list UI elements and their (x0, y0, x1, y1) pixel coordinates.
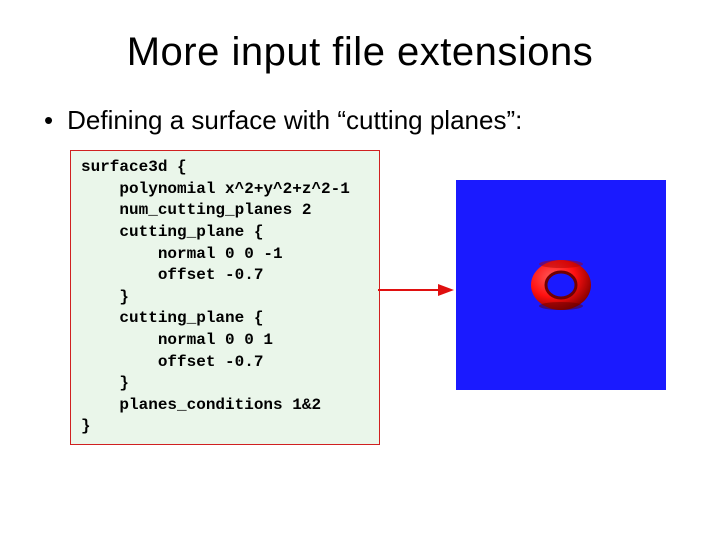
bullet-item: • Defining a surface with “cutting plane… (40, 105, 680, 136)
arrow-icon (376, 150, 456, 430)
slide: More input file extensions • Defining a … (0, 0, 720, 540)
bullet-text: Defining a surface with “cutting planes”… (67, 105, 522, 136)
code-block: surface3d { polynomial x^2+y^2+z^2-1 num… (70, 150, 380, 445)
content-row: surface3d { polynomial x^2+y^2+z^2-1 num… (70, 150, 680, 445)
page-title: More input file extensions (40, 30, 680, 75)
render-output (456, 180, 666, 390)
bullet-dot-icon: • (44, 105, 53, 136)
ring-icon (526, 257, 596, 313)
